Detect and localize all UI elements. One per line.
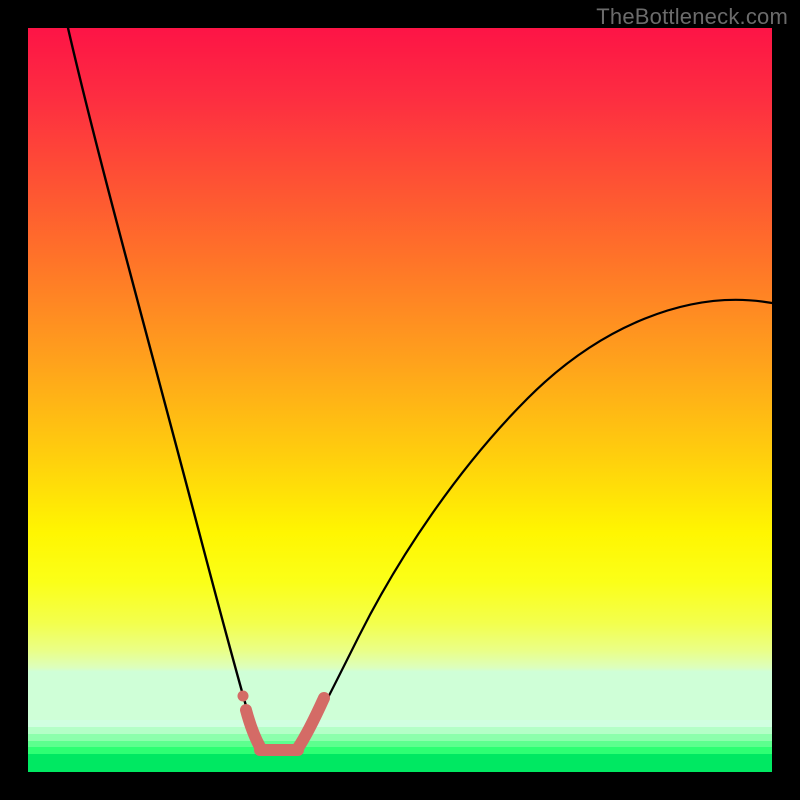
highlight-left bbox=[246, 710, 260, 747]
plot-area bbox=[28, 28, 772, 772]
curve-right-arm bbox=[300, 300, 772, 748]
highlight-dot bbox=[238, 691, 249, 702]
curve-layer bbox=[28, 28, 772, 772]
chart-frame: TheBottleneck.com bbox=[0, 0, 800, 800]
watermark-text: TheBottleneck.com bbox=[596, 4, 788, 30]
highlight-right bbox=[298, 698, 324, 748]
curve-left-arm bbox=[68, 28, 261, 748]
